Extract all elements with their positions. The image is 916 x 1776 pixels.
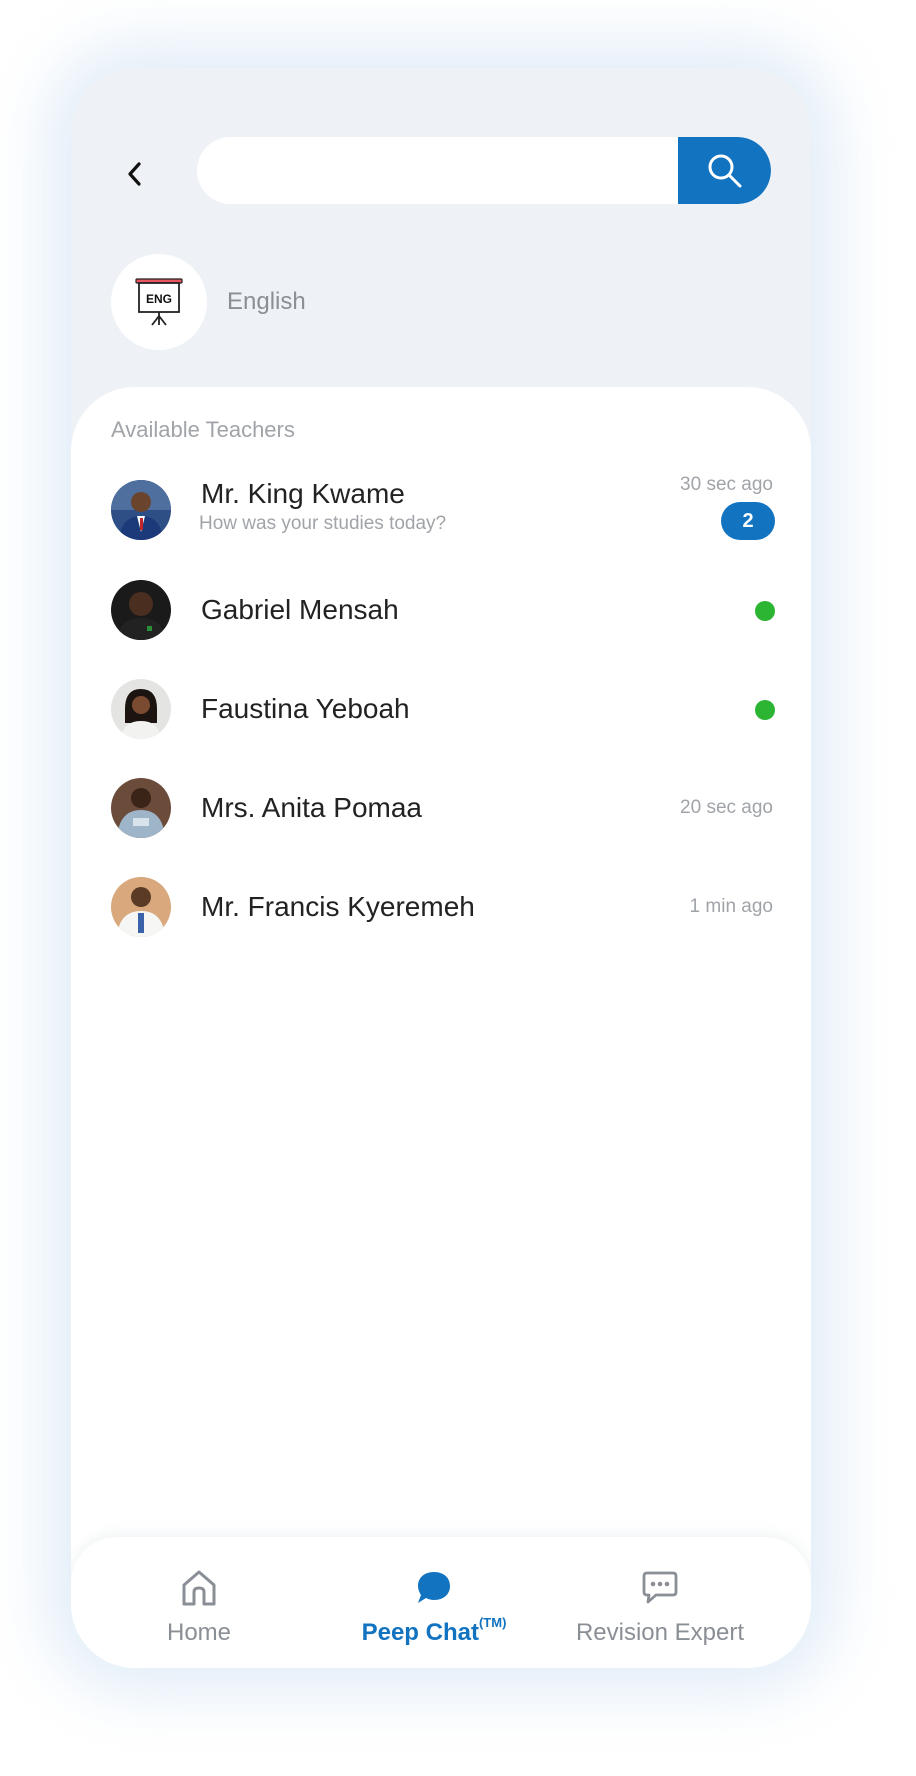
teacher-row[interactable]: Gabriel Mensah [111, 580, 775, 642]
search-bar [197, 137, 771, 204]
teacher-row[interactable]: Mrs. Anita Pomaa 20 sec ago [111, 778, 775, 840]
subject-icon-text: ENG [146, 292, 172, 306]
back-button[interactable] [115, 154, 155, 194]
teacher-name: Gabriel Mensah [201, 594, 399, 625]
bottom-nav: Home Peep Chat(TM) Revision Expert [71, 1537, 811, 1668]
avatar [111, 580, 171, 640]
nav-label: Peep Chat(TM) [361, 1615, 507, 1646]
teacher-name: Mr. Francis Kyeremeh [201, 891, 475, 922]
teacher-row[interactable]: Faustina Yeboah [111, 679, 775, 741]
message-timestamp: 20 sec ago [680, 797, 773, 818]
presentation-board-icon: ENG [135, 278, 183, 326]
chat-bubble-icon [415, 1567, 453, 1609]
unread-badge: 2 [721, 502, 775, 540]
phone-screen: ENG English Available Teachers Mr. King … [71, 68, 811, 1668]
chevron-left-icon [128, 162, 141, 186]
subject-header: ENG English [111, 254, 306, 350]
avatar [111, 877, 171, 937]
nav-peep-chat[interactable]: Peep Chat(TM) [354, 1567, 514, 1647]
section-title: Available Teachers [111, 417, 295, 442]
nav-home[interactable]: Home [141, 1567, 257, 1647]
teacher-row[interactable]: Mr. Francis Kyeremeh 1 min ago [111, 877, 775, 939]
teacher-last-message: How was your studies today? [199, 513, 447, 534]
nav-revision-expert[interactable]: Revision Expert [565, 1567, 755, 1647]
teacher-name: Faustina Yeboah [201, 693, 410, 724]
avatar [111, 778, 171, 838]
message-timestamp: 30 sec ago [680, 474, 773, 495]
subject-title: English [227, 288, 306, 315]
home-icon [180, 1567, 218, 1609]
search-button[interactable] [678, 137, 771, 204]
teacher-name: Mr. King Kwame [201, 478, 405, 509]
teachers-panel: Available Teachers Mr. King Kwame How wa… [71, 387, 811, 1668]
trademark-label: (TM) [478, 1615, 507, 1630]
message-dots-icon [641, 1567, 679, 1609]
subject-avatar: ENG [111, 254, 207, 350]
teacher-name: Mrs. Anita Pomaa [201, 792, 422, 823]
teacher-row[interactable]: Mr. King Kwame How was your studies toda… [111, 474, 775, 542]
avatar [111, 679, 171, 739]
message-timestamp: 1 min ago [689, 896, 773, 917]
online-status-indicator [755, 700, 775, 720]
online-status-indicator [755, 601, 775, 621]
search-input[interactable] [197, 137, 677, 204]
nav-label: Revision Expert [575, 1619, 745, 1646]
avatar [111, 480, 171, 540]
nav-label: Home [166, 1619, 232, 1646]
search-icon [708, 154, 741, 187]
